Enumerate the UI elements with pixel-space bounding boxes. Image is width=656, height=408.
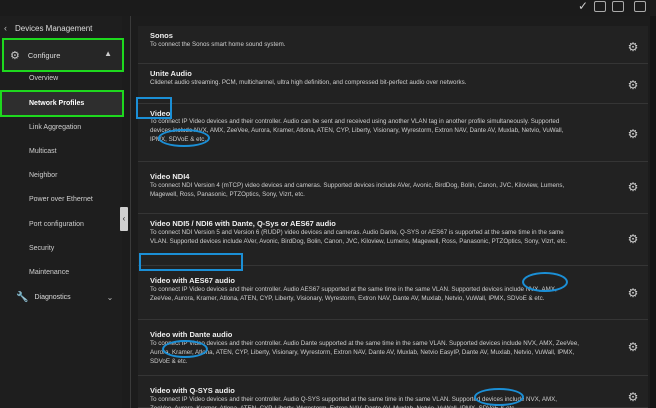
gear-icon[interactable]: ⚙: [626, 340, 640, 354]
sidebar-item-security[interactable]: Security: [29, 243, 54, 255]
wrench-icon: 🔧: [16, 292, 29, 303]
highlight-video-title: [136, 97, 172, 119]
gear-icon[interactable]: ⚙: [626, 127, 640, 141]
profile-title: Video NDI4: [150, 172, 190, 181]
chevron-up-icon: ▲: [104, 49, 112, 58]
profile-description: To connect IP Video devices and their co…: [150, 340, 580, 365]
sidebar-collapse-button[interactable]: ‹: [120, 207, 128, 231]
window-icon[interactable]: [612, 1, 624, 12]
sidebar-item-multicast[interactable]: Multicast: [29, 146, 57, 158]
highlight-vuwall-video: [158, 129, 210, 147]
sidebar-item-maintenance[interactable]: Maintenance: [29, 267, 69, 279]
gear-icon[interactable]: ⚙: [626, 40, 640, 54]
chevron-down-icon: ⌄: [106, 293, 114, 302]
profile-title: Video with AES67 audio: [150, 276, 236, 285]
profile-card-unite-audio[interactable]: Unite Audio Clidenet audio streaming. PC…: [138, 64, 648, 104]
profile-card-sonos[interactable]: Sonos To connect the Sonos smart home so…: [138, 26, 648, 64]
profile-card-video-aes67[interactable]: Video with AES67 audio To connect IP Vid…: [138, 266, 648, 320]
check-icon[interactable]: ✓: [578, 0, 588, 13]
scrollbar[interactable]: [650, 16, 656, 408]
profile-description: To connect the Sonos smart home sound sy…: [150, 41, 286, 48]
profile-description: To connect IP Video devices and their co…: [150, 286, 557, 302]
profile-title: Video with Dante audio: [150, 330, 233, 339]
grid-icon[interactable]: [594, 1, 606, 12]
gear-icon[interactable]: ⚙: [626, 232, 640, 246]
highlight-aes67-title: [139, 253, 243, 271]
sidebar-item-power-over-ethernet[interactable]: Power over Ethernet: [29, 194, 93, 206]
gear-icon[interactable]: ⚙: [626, 390, 640, 404]
configure-section-toggle[interactable]: ⚙ Configure ▲: [2, 38, 124, 72]
gear-icon[interactable]: ⚙: [626, 180, 640, 194]
network-profiles-list: Sonos To connect the Sonos smart home so…: [138, 16, 648, 408]
sidebar-item-link-aggregation[interactable]: Link Aggregation: [29, 122, 81, 134]
profile-description: Clidenet audio streaming. PCM, multichan…: [150, 79, 467, 86]
profile-description: To connect IP Video devices and their co…: [150, 118, 564, 143]
divider: [130, 16, 131, 408]
gear-icon: ⚙: [10, 49, 20, 62]
sidebar: ‹ Devices Management ⚙ Configure ▲ Overv…: [0, 16, 124, 408]
profile-title: Video with Q-SYS audio: [150, 386, 235, 395]
profile-card-video[interactable]: Video To connect IP Video devices and th…: [138, 104, 648, 162]
diagnostics-label: Diagnostics: [34, 294, 71, 301]
sidebar-item-network-profiles[interactable]: Network Profiles: [0, 90, 124, 117]
profile-card-video-dante[interactable]: Video with Dante audio To connect IP Vid…: [138, 320, 648, 376]
chevron-left-icon: ‹: [4, 23, 7, 33]
profile-title: Video NDI5 / NDI6 with Dante, Q-Sys or A…: [150, 219, 336, 228]
highlight-vuwall-dante: [162, 340, 208, 358]
copy-icon[interactable]: [634, 1, 646, 12]
profile-title: Sonos: [150, 31, 173, 40]
profile-card-video-qsys[interactable]: Video with Q-SYS audio To connect IP Vid…: [138, 376, 648, 408]
sidebar-item-neighbor[interactable]: Neighbor: [29, 170, 57, 182]
sidebar-item-overview[interactable]: Overview: [29, 73, 58, 85]
highlight-vuwall-aes67: [522, 272, 568, 292]
gear-icon[interactable]: ⚙: [626, 78, 640, 92]
configure-label: Configure: [27, 50, 61, 60]
highlight-vuwall-qsys: [474, 388, 524, 406]
sidebar-item-port-configuration[interactable]: Port configuration: [29, 219, 84, 231]
profile-card-video-ndi4[interactable]: Video NDI4 To connect NDI Version 4 (mTC…: [138, 162, 648, 214]
profile-title: Unite Audio: [150, 69, 192, 78]
back-to-devices-management[interactable]: ‹ Devices Management: [4, 20, 92, 36]
top-bar: ✓: [0, 0, 656, 16]
profile-description: To connect NDI Version 5 and Version 6 (…: [150, 229, 568, 245]
gear-icon[interactable]: ⚙: [626, 286, 640, 300]
profile-description: To connect NDI Version 4 (mTCP) video de…: [150, 182, 565, 198]
back-label: Devices Management: [15, 23, 93, 33]
sidebar-item-diagnostics[interactable]: 🔧 Diagnostics ⌄: [16, 292, 113, 303]
